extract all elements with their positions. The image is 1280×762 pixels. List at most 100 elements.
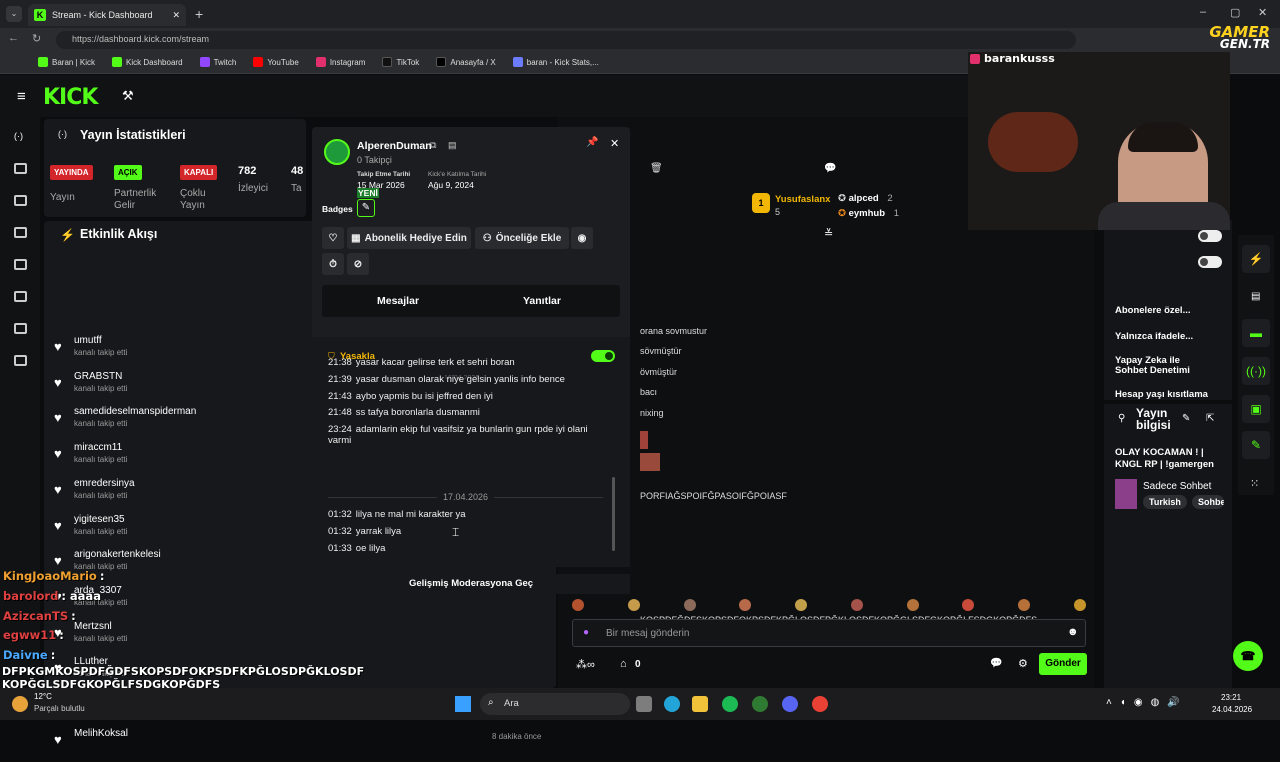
tab-menu-icon[interactable]: ⌄ [6, 6, 22, 22]
edge-icon[interactable] [664, 696, 680, 712]
bookmark-youtube[interactable]: YouTube [253, 57, 299, 67]
activity-username[interactable]: emredersinya [74, 478, 135, 489]
tab-messages[interactable]: Mesajlar [377, 295, 419, 307]
start-icon[interactable] [455, 696, 471, 712]
taskbar-search[interactable]: ⌕ Ara [480, 693, 630, 715]
user-name[interactable]: AlperenDuman [357, 140, 432, 152]
activity-username[interactable]: GRABSTN [74, 371, 122, 382]
scrollbar[interactable] [612, 477, 615, 551]
bookmark-instagram[interactable]: Instagram [315, 57, 365, 67]
reload-icon[interactable]: ↻ [32, 32, 41, 45]
pin-card-icon[interactable]: 📌 [586, 137, 598, 148]
back-icon[interactable]: ← [8, 32, 19, 44]
activity-username[interactable]: yigitesen35 [74, 514, 125, 525]
document-icon[interactable]: ▤ [1251, 291, 1260, 302]
moderation-item[interactable]: Yapay Zeka ile Sohbet Denetimi [1115, 356, 1210, 376]
broadcast-icon[interactable]: ((·)) [1242, 357, 1270, 385]
category-thumb[interactable] [1115, 479, 1137, 509]
apps-icon[interactable]: ⁙ [1250, 477, 1259, 490]
send-button[interactable]: Gönder [1039, 653, 1087, 675]
activity-username[interactable]: MelihKoksal [74, 728, 128, 739]
close-modal-icon[interactable]: ✕ [610, 137, 619, 150]
priority-button[interactable]: ⚇ Önceliğe Ekle [475, 227, 569, 249]
bookmark-kick-dashboard[interactable]: Kick Dashboard [112, 57, 183, 67]
edit-icon[interactable]: ✎ [1182, 413, 1190, 424]
close-tab-icon[interactable]: ✕ [172, 10, 180, 21]
lightning-icon[interactable]: ⚡ [1242, 245, 1270, 273]
files-icon[interactable] [636, 696, 652, 712]
chart-nav-icon[interactable] [14, 195, 27, 206]
activity-username[interactable]: arigonakertenkelesi [74, 549, 161, 560]
kick-logo[interactable]: KICK [43, 85, 98, 110]
wrench-nav-icon[interactable] [14, 291, 27, 302]
copy-icon[interactable]: ⧉ [430, 140, 436, 151]
link-nav-icon[interactable] [14, 163, 27, 174]
user-avatar[interactable] [324, 139, 350, 165]
top-gifter-name[interactable]: Yusufaslanx [775, 194, 830, 205]
pin-icon[interactable]: ⚲ [1118, 413, 1125, 424]
bookmark-kick[interactable]: Baran | Kick [38, 57, 95, 67]
bookmark-x[interactable]: Anasayfa / X [436, 57, 496, 67]
gift-icon[interactable]: ⌂ [620, 658, 627, 670]
card-icon[interactable]: ▤ [448, 140, 457, 151]
advanced-moderation-button[interactable]: Gelişmiş Moderasyona Geç [312, 574, 630, 594]
browser-tab[interactable]: K Stream - Kick Dashboard ✕ [28, 4, 186, 26]
timeout-button[interactable]: ⏱ [322, 253, 344, 275]
moderation-item[interactable]: Yalnızca ifadele... [1115, 332, 1220, 342]
chat-input[interactable]: ● Bir mesaj gönderin ☻ [572, 619, 1086, 647]
moderation-item[interactable]: Abonelere özel... [1115, 306, 1220, 316]
activity-username[interactable]: umutff [74, 335, 102, 346]
trash-icon[interactable]: 🗑 [650, 163, 663, 174]
emoji-icon[interactable]: ☻ [1067, 626, 1079, 638]
heart-button[interactable]: ♡ [322, 227, 344, 249]
tab-replies[interactable]: Yanıtlar [523, 295, 561, 307]
subscribers-only-toggle[interactable] [1198, 230, 1222, 242]
chat-bubble-icon[interactable]: 💬 [824, 163, 836, 174]
support-chat-icon[interactable]: ☎ [1233, 641, 1263, 671]
bookmark-tiktok[interactable]: TikTok [382, 57, 419, 67]
wrench-icon[interactable]: ✎ [1242, 431, 1270, 459]
ban-icon-button[interactable]: ⊘ [347, 253, 369, 275]
activity-username[interactable]: miraccm11 [74, 442, 122, 453]
upload-nav-icon[interactable] [14, 355, 27, 366]
chat-bubble-small-icon[interactable]: 💬 [990, 658, 1002, 669]
tray-icons[interactable]: ˄◖◉◍🔊 [1106, 697, 1188, 708]
url-field[interactable]: https://dashboard.kick.com/stream [56, 31, 1076, 49]
mic-icon[interactable]: ● [583, 627, 589, 638]
eye-button[interactable]: ◉ [571, 227, 593, 249]
activity-username[interactable]: Mertzsnl [74, 621, 112, 632]
users-nav-icon[interactable] [14, 323, 27, 334]
close-window-icon[interactable]: ✕ [1258, 6, 1267, 19]
popout-icon[interactable]: ⇱ [1206, 413, 1214, 424]
layers-icon[interactable]: ▣ [1242, 395, 1270, 423]
moderation-item[interactable]: Hesap yaşı kısıtlama [1115, 390, 1220, 400]
hammer-icon[interactable]: ⚒ [122, 88, 134, 104]
gifter-2-name[interactable]: alpced [849, 193, 879, 204]
explorer-icon[interactable] [692, 696, 708, 712]
activity-username[interactable]: samedideselmanspiderman [74, 406, 196, 417]
settings-gear-icon[interactable]: ⚙ [1018, 657, 1028, 670]
spotify-icon[interactable] [722, 696, 738, 712]
weather-icon[interactable] [12, 696, 28, 712]
hamburger-menu-icon[interactable]: ≡ [17, 88, 26, 105]
gift-sub-button[interactable]: ▦ Abonelik Hediye Edin [347, 227, 471, 249]
maximize-icon[interactable]: ▢ [1230, 6, 1240, 19]
chat-icon[interactable]: ▬ [1242, 319, 1270, 347]
category-name[interactable]: Sadece Sohbet [1143, 481, 1211, 492]
chat-filter-icon[interactable]: ≚ [824, 227, 833, 240]
discord-icon[interactable] [782, 696, 798, 712]
chrome-icon[interactable] [812, 696, 828, 712]
gifter-3-name[interactable]: eymhub [849, 208, 885, 219]
emotes-only-toggle[interactable] [1198, 256, 1222, 268]
edit-badges-icon[interactable]: ✎ [357, 199, 375, 217]
minimize-icon[interactable]: – [1200, 6, 1206, 18]
app-icon[interactable] [752, 696, 768, 712]
tag-sohbet[interactable]: Sohbe [1192, 495, 1224, 509]
trophy-nav-icon[interactable] [14, 227, 27, 238]
bookmark-twitch[interactable]: Twitch [199, 57, 236, 67]
tag-turkish[interactable]: Turkish [1143, 495, 1187, 509]
stream-nav-icon[interactable]: (·) [14, 131, 27, 142]
new-tab-icon[interactable]: + [195, 6, 203, 22]
bookmark-kick-stats[interactable]: baran - Kick Stats,... [512, 57, 599, 67]
video-nav-icon[interactable] [14, 259, 27, 270]
